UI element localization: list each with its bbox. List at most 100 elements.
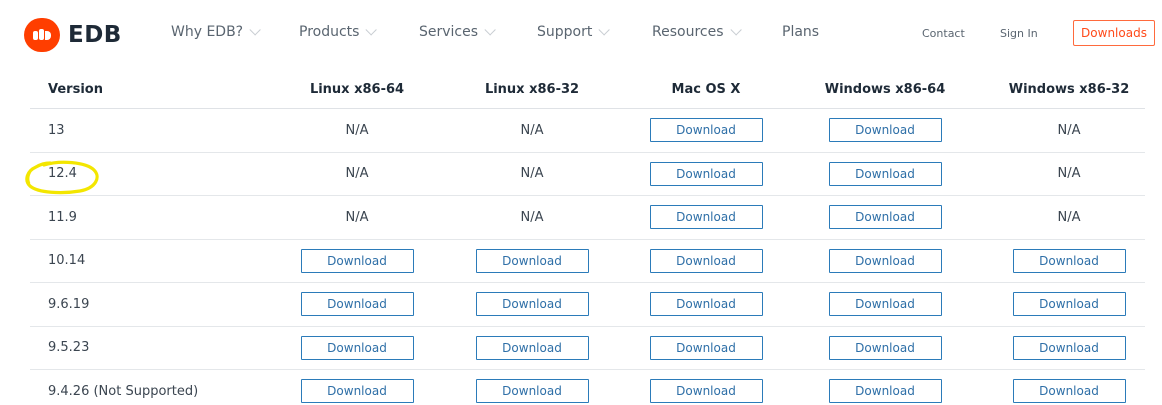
cell-mac-os-x: Download xyxy=(649,327,763,370)
cell-windows-x86-64: Download xyxy=(828,327,942,370)
cell-linux-x86-32: N/A xyxy=(475,153,589,196)
nav-products-label: Products xyxy=(299,24,360,40)
download-button-windows-x86-64[interactable]: Download xyxy=(828,118,942,143)
brand-name: EDB xyxy=(68,22,122,48)
cell-windows-x86-32: Download xyxy=(1012,240,1126,283)
version-cell: 9.5.23 xyxy=(48,340,90,356)
cell-windows-x86-32: Download xyxy=(1012,327,1126,370)
not-available-text: N/A xyxy=(1057,122,1081,138)
edb-logo-icon xyxy=(24,18,60,52)
cell-linux-x86-64: Download xyxy=(300,370,414,405)
cell-windows-x86-64: Download xyxy=(828,370,942,405)
cell-mac-os-x: Download xyxy=(649,240,763,283)
nav-resources[interactable]: Resources xyxy=(652,24,742,40)
download-button-linux-x86-64[interactable]: Download xyxy=(300,292,414,317)
download-button-linux-x86-64[interactable]: Download xyxy=(300,335,414,360)
download-button-linux-x86-32[interactable]: Download xyxy=(475,292,589,317)
nav-downloads-button[interactable]: Downloads xyxy=(1073,20,1155,46)
version-cell: 9.6.19 xyxy=(48,296,90,312)
cell-windows-x86-32: N/A xyxy=(1012,153,1126,196)
cell-mac-os-x: Download xyxy=(649,109,763,152)
cell-mac-os-x: Download xyxy=(649,196,763,239)
cell-linux-x86-64: Download xyxy=(300,327,414,370)
cell-linux-x86-64: Download xyxy=(300,240,414,283)
table-header-row: Version Linux x86-64 Linux x86-32 Mac OS… xyxy=(30,70,1145,109)
nav-why-edb-label: Why EDB? xyxy=(171,24,244,40)
cell-windows-x86-32: Download xyxy=(1012,370,1126,405)
column-header-mac-os-x: Mac OS X xyxy=(671,81,741,97)
nav-support[interactable]: Support xyxy=(537,24,611,40)
not-available-text: N/A xyxy=(520,166,544,182)
not-available-text: N/A xyxy=(1057,166,1081,182)
table-row: 12.4 N/A N/A Download Download N/A xyxy=(30,153,1145,196)
download-button-windows-x86-32[interactable]: Download xyxy=(1012,248,1126,273)
download-button-windows-x86-64[interactable]: Download xyxy=(828,161,942,186)
cell-linux-x86-32: N/A xyxy=(475,196,589,239)
download-button-mac-os-x[interactable]: Download xyxy=(649,118,763,143)
download-button-mac-os-x[interactable]: Download xyxy=(649,335,763,360)
cell-linux-x86-32: N/A xyxy=(475,109,589,152)
download-button-windows-x86-64[interactable]: Download xyxy=(828,379,942,404)
not-available-text: N/A xyxy=(345,122,369,138)
download-button-mac-os-x[interactable]: Download xyxy=(649,205,763,230)
nav-services-label: Services xyxy=(419,24,479,40)
version-cell: 12.4 xyxy=(48,166,77,182)
not-available-text: N/A xyxy=(345,209,369,225)
download-button-windows-x86-32[interactable]: Download xyxy=(1012,379,1126,404)
cell-mac-os-x: Download xyxy=(649,370,763,405)
nav-sign-in-link[interactable]: Sign In xyxy=(1000,27,1038,40)
download-button-windows-x86-64[interactable]: Download xyxy=(828,205,942,230)
cell-windows-x86-64: Download xyxy=(828,283,942,326)
not-available-text: N/A xyxy=(345,166,369,182)
download-button-mac-os-x[interactable]: Download xyxy=(649,248,763,273)
download-button-linux-x86-64[interactable]: Download xyxy=(300,248,414,273)
chevron-down-icon xyxy=(484,24,496,36)
cell-windows-x86-64: Download xyxy=(828,196,942,239)
nav-products[interactable]: Products xyxy=(299,24,378,40)
download-button-linux-x86-32[interactable]: Download xyxy=(475,248,589,273)
cell-linux-x86-32: Download xyxy=(475,283,589,326)
chevron-down-icon xyxy=(598,24,611,36)
version-cell: 10.14 xyxy=(48,253,86,269)
version-cell: 9.4.26 (Not Supported) xyxy=(48,383,199,399)
table-row: 10.14 Download Download Download Download Dow… xyxy=(30,240,1145,283)
download-button-windows-x86-32[interactable]: Download xyxy=(1012,335,1126,360)
column-header-version: Version xyxy=(48,81,103,97)
cell-mac-os-x: Download xyxy=(649,283,763,326)
download-button-linux-x86-32[interactable]: Download xyxy=(475,335,589,360)
downloads-table: Version Linux x86-64 Linux x86-32 Mac OS… xyxy=(30,70,1145,405)
table-row: 13 N/A N/A Download Download N/A xyxy=(30,109,1145,153)
cell-windows-x86-32: Download xyxy=(1012,283,1126,326)
download-button-mac-os-x[interactable]: Download xyxy=(649,161,763,186)
download-button-windows-x86-64[interactable]: Download xyxy=(828,248,942,273)
download-button-linux-x86-64[interactable]: Download xyxy=(300,379,414,404)
table-row: 9.6.19 Download Download Download Download Do… xyxy=(30,283,1145,327)
download-button-windows-x86-64[interactable]: Download xyxy=(828,292,942,317)
download-button-windows-x86-32[interactable]: Download xyxy=(1012,292,1126,317)
cell-linux-x86-32: Download xyxy=(475,327,589,370)
nav-resources-label: Resources xyxy=(652,24,724,40)
cell-windows-x86-64: Download xyxy=(828,240,942,283)
top-navbar: EDB Why EDB? Products Services Support R… xyxy=(0,0,1162,70)
download-button-mac-os-x[interactable]: Download xyxy=(649,379,763,404)
nav-plans[interactable]: Plans xyxy=(782,24,819,40)
nav-services[interactable]: Services xyxy=(419,24,496,40)
cell-windows-x86-64: Download xyxy=(828,109,942,152)
version-cell: 13 xyxy=(48,122,65,138)
nav-why-edb[interactable]: Why EDB? xyxy=(171,24,261,40)
download-button-windows-x86-64[interactable]: Download xyxy=(828,335,942,360)
edb-logo[interactable]: EDB xyxy=(24,18,122,52)
download-button-linux-x86-32[interactable]: Download xyxy=(475,379,589,404)
not-available-text: N/A xyxy=(1057,209,1081,225)
table-row: 9.4.26 (Not Supported) Download Download Do… xyxy=(30,370,1145,405)
not-available-text: N/A xyxy=(520,122,544,138)
column-header-windows-x86-64: Windows x86-64 xyxy=(824,81,946,97)
download-button-mac-os-x[interactable]: Download xyxy=(649,292,763,317)
version-cell: 11.9 xyxy=(48,209,77,225)
cell-windows-x86-32: N/A xyxy=(1012,109,1126,152)
column-header-linux-x86-64: Linux x86-64 xyxy=(309,81,405,97)
table-row: 11.9 N/A N/A Download Download N/A xyxy=(30,196,1145,240)
cell-linux-x86-64: N/A xyxy=(300,153,414,196)
chevron-down-icon xyxy=(365,24,378,36)
nav-contact-link[interactable]: Contact xyxy=(922,27,965,40)
